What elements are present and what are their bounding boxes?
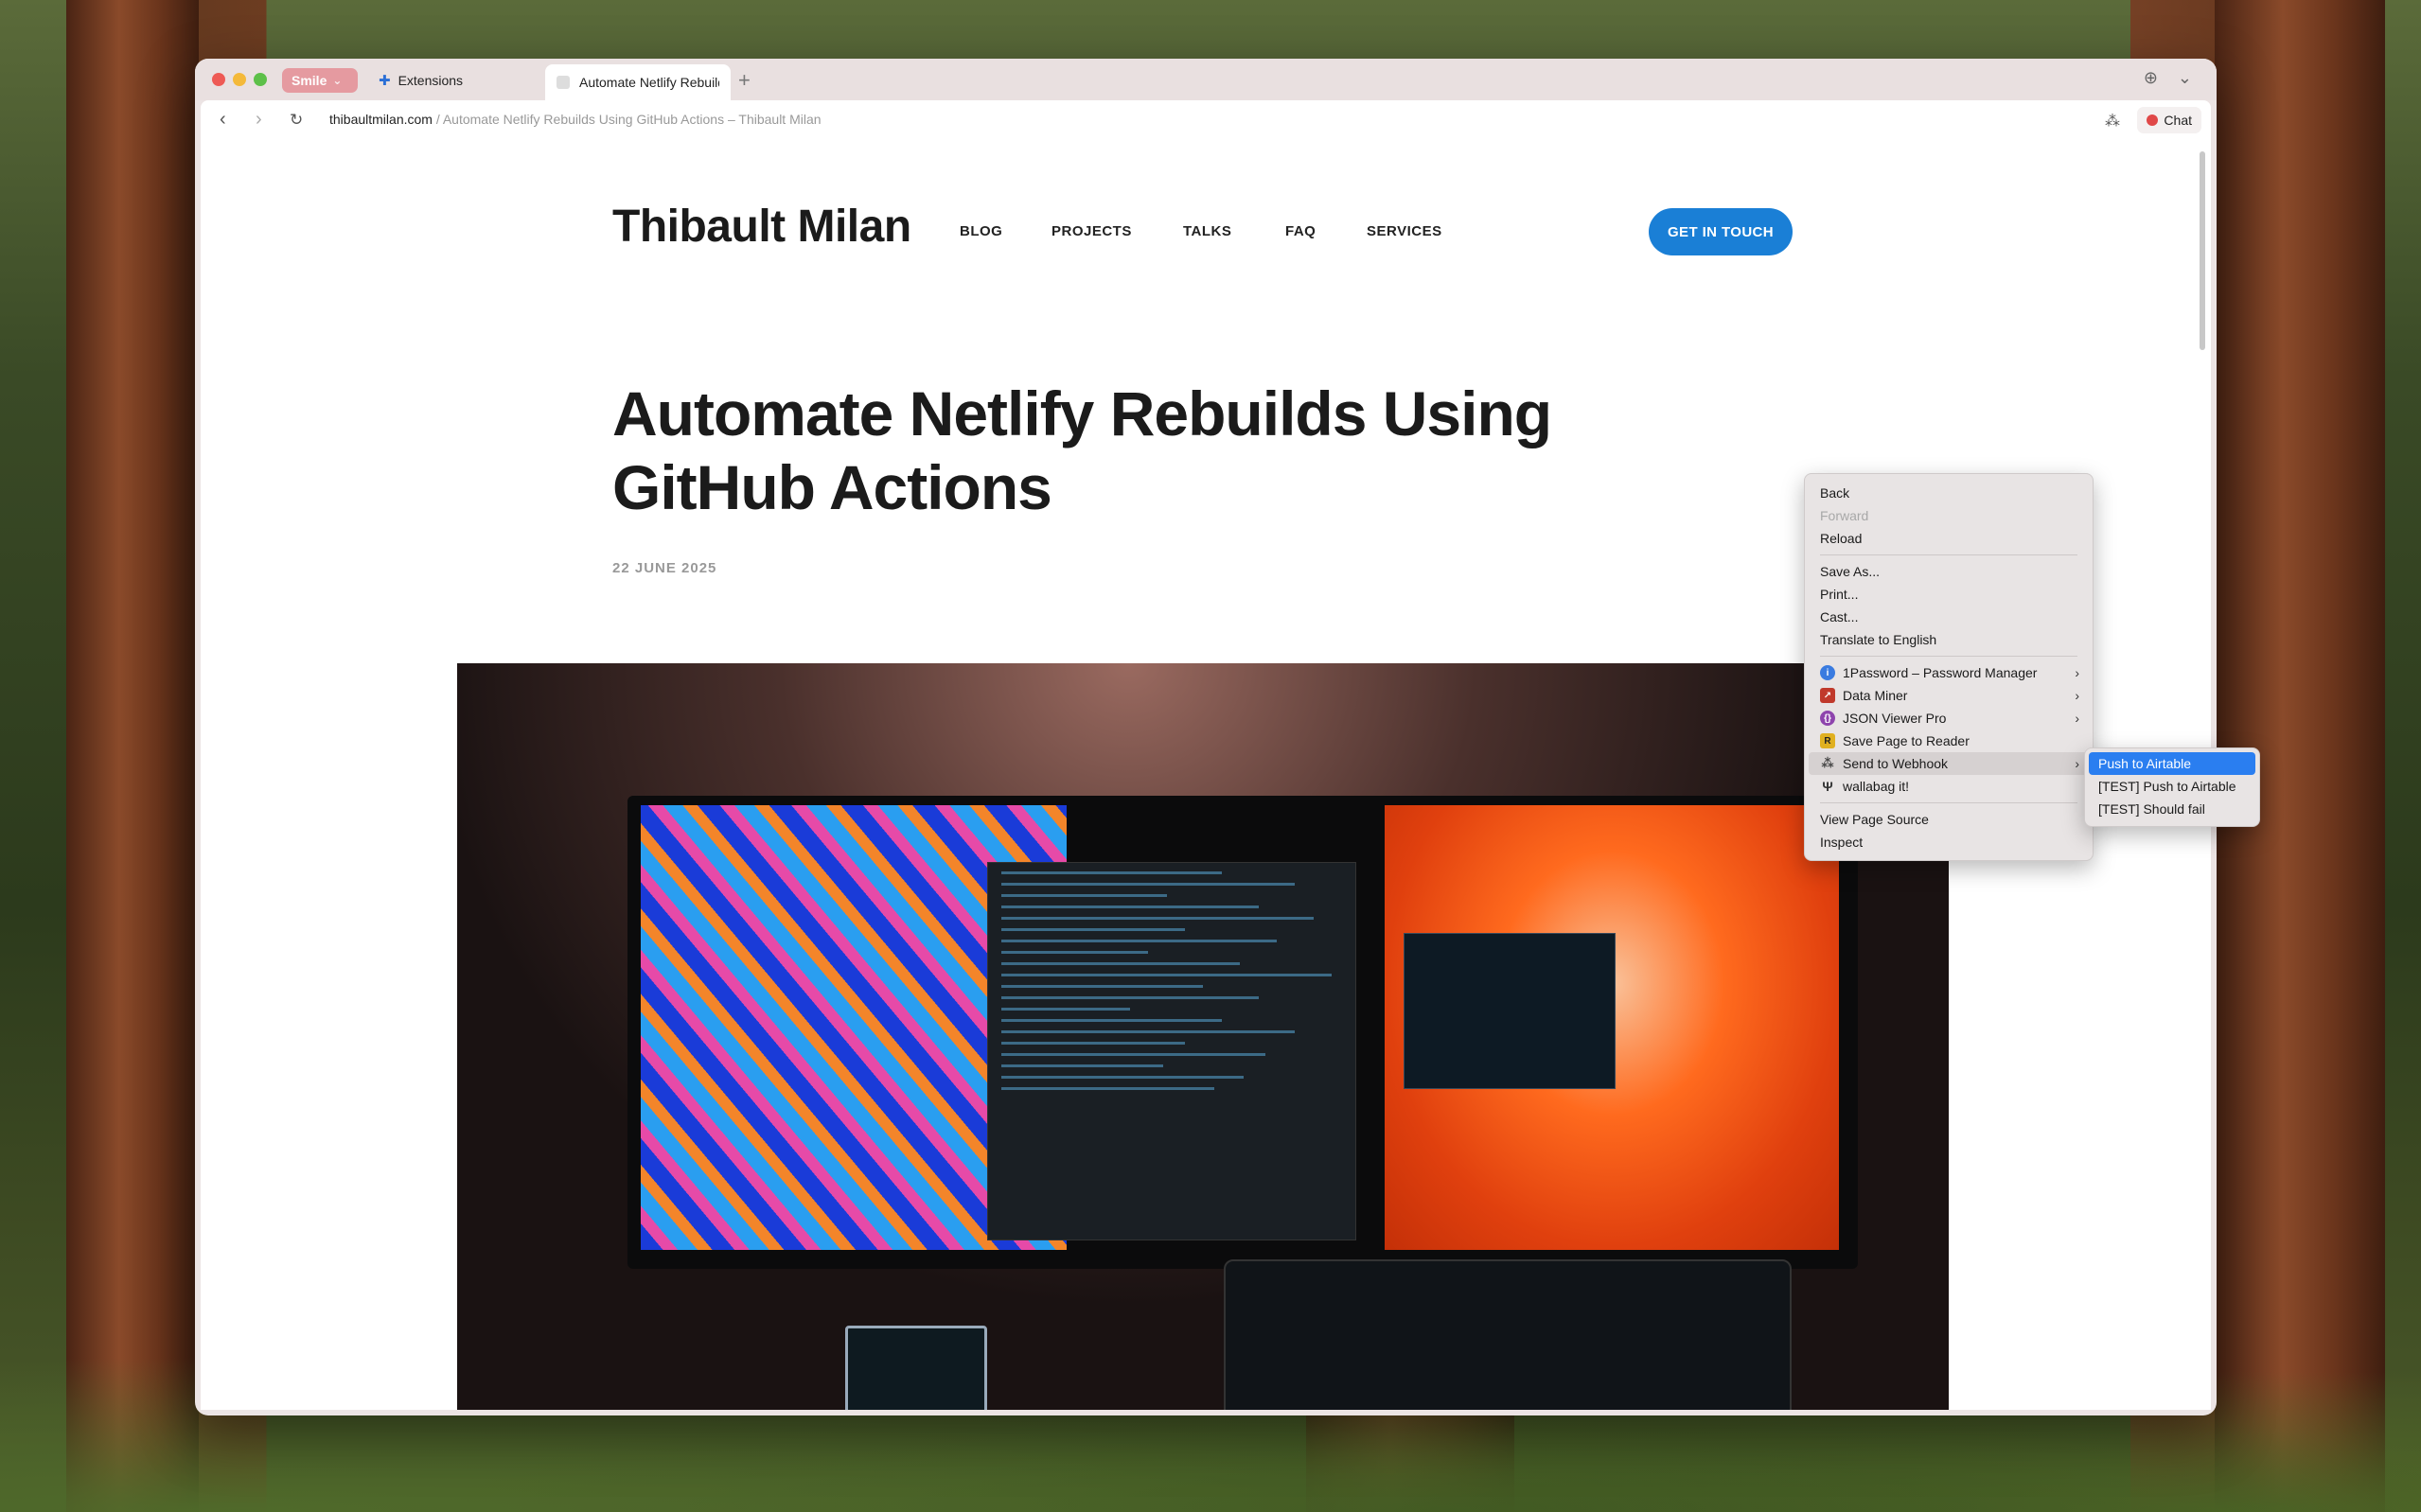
- zoom-window-button[interactable]: [254, 73, 267, 86]
- profile-label: Smile: [292, 73, 327, 88]
- webhook-submenu: Push to Airtable [TEST] Push to Airtable…: [2084, 747, 2260, 827]
- chat-label: Chat: [2164, 113, 2192, 128]
- nav-projects[interactable]: PROJECTS: [1051, 223, 1132, 239]
- menu-item-data-miner[interactable]: ↗ Data Miner ›: [1805, 684, 2093, 707]
- menu-item-label: JSON Viewer Pro: [1843, 711, 1947, 726]
- menu-item-print[interactable]: Print...: [1805, 583, 2093, 606]
- webhook-icon: ⁂: [1821, 756, 1834, 770]
- menu-item-save-as[interactable]: Save As...: [1805, 560, 2093, 583]
- menu-item-label: Inspect: [1820, 835, 1864, 850]
- menu-item-cast[interactable]: Cast...: [1805, 606, 2093, 628]
- chat-icon: [2147, 114, 2159, 126]
- chevron-right-icon: ›: [2075, 711, 2079, 726]
- tab-article[interactable]: Automate Netlify Rebuilds: [545, 64, 731, 100]
- chevron-right-icon: ›: [2075, 688, 2079, 703]
- tab-label: Automate Netlify Rebuilds: [579, 75, 719, 90]
- get-in-touch-button[interactable]: GET IN TOUCH: [1649, 208, 1793, 255]
- title-bar: Smile ⌄ ✚ Extensions Automate Netlify Re…: [195, 59, 2217, 100]
- nav-blog[interactable]: BLOG: [960, 223, 1002, 239]
- menu-item-label: Translate to English: [1820, 632, 1937, 647]
- new-tab-button[interactable]: +: [738, 68, 751, 93]
- menu-item-reload[interactable]: Reload: [1805, 527, 2093, 550]
- webhook-icon[interactable]: ⁂: [2105, 112, 2120, 131]
- hero-device: [845, 1326, 987, 1410]
- nav-faq[interactable]: FAQ: [1285, 223, 1316, 239]
- browser-toolbar: ‹ › ↻ thibaultmilan.com / Automate Netli…: [201, 100, 2211, 140]
- menu-item-wallabag[interactable]: Ψ wallabag it!: [1805, 775, 2093, 798]
- menu-item-translate[interactable]: Translate to English: [1805, 628, 2093, 651]
- address-bar[interactable]: thibaultmilan.com / Automate Netlify Reb…: [329, 112, 822, 127]
- submenu-item-test-should-fail[interactable]: [TEST] Should fail: [2089, 798, 2255, 820]
- article-title: Automate Netlify Rebuilds Using GitHub A…: [612, 378, 1552, 522]
- reader-icon: R: [1820, 733, 1835, 748]
- menu-separator: [1820, 802, 2077, 803]
- menu-item-label: Back: [1820, 485, 1850, 501]
- submenu-item-test-push-to-airtable[interactable]: [TEST] Push to Airtable: [2089, 775, 2255, 798]
- back-icon[interactable]: ‹: [220, 109, 226, 131]
- menu-item-label: Print...: [1820, 587, 1859, 602]
- menu-item-forward: Forward: [1805, 504, 2093, 527]
- hero-terminal: [1404, 933, 1616, 1089]
- menu-item-label: wallabag it!: [1843, 779, 1910, 794]
- minimize-window-button[interactable]: [233, 73, 246, 86]
- data-miner-icon: ↗: [1820, 688, 1835, 703]
- tab-label: Extensions: [398, 73, 464, 88]
- site-title[interactable]: Thibault Milan: [612, 201, 911, 253]
- menu-item-label: Data Miner: [1843, 688, 1908, 703]
- menu-item-label: Send to Webhook: [1843, 756, 1949, 771]
- menu-item-label: Cast...: [1820, 609, 1859, 624]
- menu-item-label: Reload: [1820, 531, 1863, 546]
- chat-button[interactable]: Chat: [2137, 107, 2201, 133]
- menu-item-label: Save Page to Reader: [1843, 733, 1970, 748]
- chevron-down-icon: ⌄: [332, 74, 343, 87]
- article-date: 22 JUNE 2025: [612, 560, 717, 576]
- context-menu: Back Forward Reload Save As... Print... …: [1804, 473, 2094, 861]
- tree-trunk: [66, 0, 199, 1512]
- puzzle-icon: ✚: [379, 73, 391, 89]
- profile-button[interactable]: Smile ⌄: [282, 68, 358, 93]
- json-viewer-icon: {}: [1820, 711, 1835, 726]
- hero-code-editor: [987, 862, 1356, 1240]
- download-icon[interactable]: ⊕: [2144, 68, 2158, 88]
- menu-item-label: Save As...: [1820, 564, 1881, 579]
- chevron-right-icon: ›: [2075, 756, 2079, 771]
- tab-extensions[interactable]: ✚ Extensions: [371, 66, 539, 95]
- menu-item-back[interactable]: Back: [1805, 482, 2093, 504]
- chevron-right-icon: ›: [2075, 665, 2079, 680]
- hero-laptop: [1224, 1259, 1792, 1410]
- submenu-item-push-to-airtable[interactable]: Push to Airtable: [2089, 752, 2255, 775]
- forward-icon[interactable]: ›: [256, 109, 262, 131]
- reload-icon[interactable]: ↻: [290, 111, 303, 130]
- menu-item-send-to-webhook[interactable]: ⁂ Send to Webhook ›: [1809, 752, 2089, 775]
- menu-item-label: 1Password – Password Manager: [1843, 665, 2038, 680]
- menu-item-view-source[interactable]: View Page Source: [1805, 808, 2093, 831]
- menu-item-1password[interactable]: i 1Password – Password Manager ›: [1805, 661, 2093, 684]
- nav-services[interactable]: SERVICES: [1367, 223, 1442, 239]
- wallabag-icon: Ψ: [1822, 779, 1833, 794]
- menu-item-json-viewer[interactable]: {} JSON Viewer Pro ›: [1805, 707, 2093, 730]
- menu-separator: [1820, 554, 2077, 555]
- close-window-button[interactable]: [212, 73, 225, 86]
- menu-item-label: Forward: [1820, 508, 1869, 523]
- menu-separator: [1820, 656, 2077, 657]
- menu-item-label: View Page Source: [1820, 812, 1929, 827]
- hero-image: [457, 663, 1949, 1410]
- favicon-icon: [557, 76, 570, 89]
- menu-item-save-to-reader[interactable]: R Save Page to Reader: [1805, 730, 2093, 752]
- menu-item-inspect[interactable]: Inspect: [1805, 831, 2093, 853]
- url-path: / Automate Netlify Rebuilds Using GitHub…: [432, 112, 822, 127]
- page-scrollbar[interactable]: [2200, 151, 2205, 350]
- tab-list-icon[interactable]: ⌄: [2178, 68, 2192, 88]
- nav-talks[interactable]: TALKS: [1183, 223, 1231, 239]
- 1password-icon: i: [1820, 665, 1835, 680]
- url-host: thibaultmilan.com: [329, 112, 433, 127]
